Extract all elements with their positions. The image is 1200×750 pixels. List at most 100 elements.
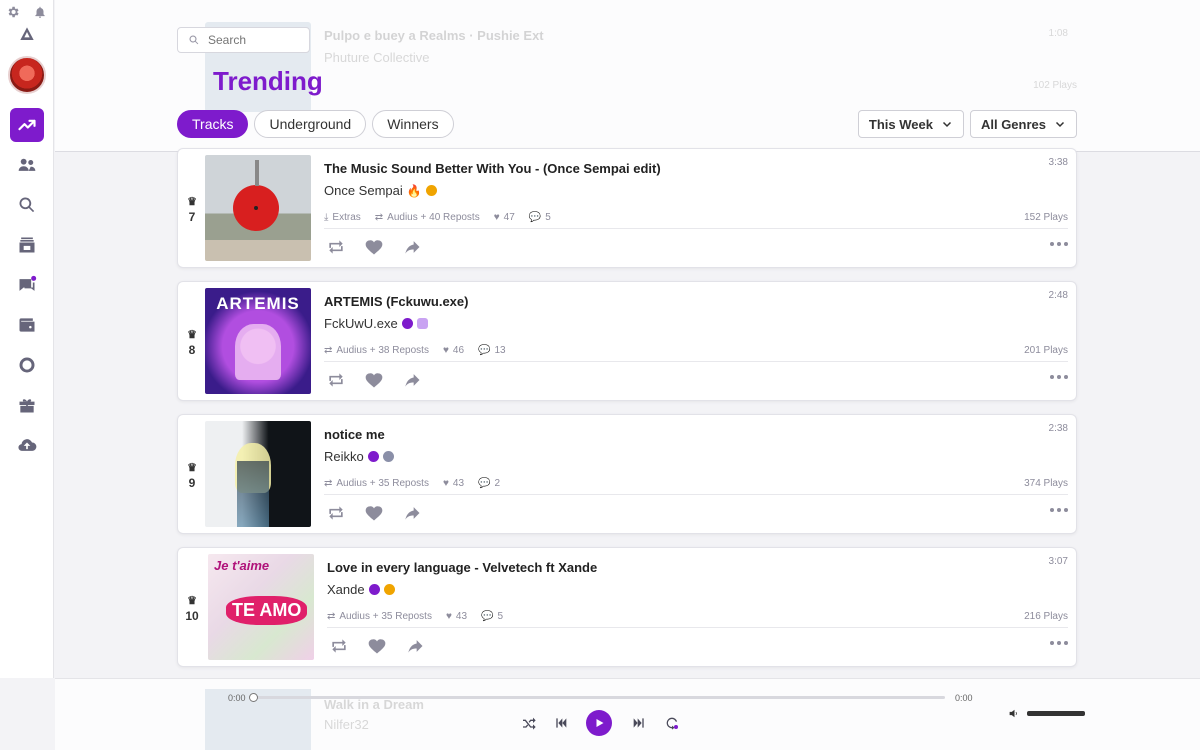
explore-users-icon[interactable] — [10, 148, 44, 182]
silver-tier-badge-icon — [382, 451, 394, 462]
track-artist[interactable]: FckUwU.exe — [324, 316, 428, 331]
repost-icon[interactable] — [326, 503, 346, 528]
more-options-icon[interactable] — [1050, 375, 1068, 379]
trending-icon[interactable] — [10, 108, 44, 142]
share-icon[interactable] — [402, 237, 422, 262]
search-nav-icon[interactable] — [10, 188, 44, 222]
track-card[interactable]: ♛ 7 The Music Sound Better With You - (On… — [177, 148, 1077, 268]
genre-dropdown[interactable]: All Genres — [969, 110, 1077, 138]
user-avatar[interactable] — [8, 56, 46, 94]
volume-slider[interactable] — [1027, 711, 1085, 716]
track-artwork[interactable] — [205, 421, 311, 527]
genre-value: All Genres — [980, 116, 1046, 132]
extras-stat[interactable]: ⤓ Extras — [324, 212, 361, 223]
wallet-icon[interactable] — [10, 308, 44, 342]
track-artwork[interactable] — [205, 155, 311, 261]
track-artwork[interactable]: Je t'aime TE AMO — [208, 554, 314, 660]
repost-icon[interactable] — [326, 237, 346, 262]
chevron-down-icon — [1055, 121, 1065, 128]
heart-small-icon: ♥ — [445, 611, 452, 622]
ghost-track-title: Walk in a Dream — [324, 697, 424, 712]
reposts-stat[interactable]: ⇄ Audius + 38 Reposts — [324, 345, 429, 356]
track-title[interactable]: notice me — [324, 427, 385, 442]
track-duration: 3:38 — [1048, 157, 1068, 168]
progress-bar[interactable] — [249, 693, 945, 702]
track-artist[interactable]: Once Sempai 🔥 — [324, 183, 437, 198]
settings-icon[interactable] — [6, 5, 20, 19]
repost-icon[interactable] — [329, 636, 349, 661]
reposts-stat[interactable]: ⇄ Audius + 40 Reposts — [375, 212, 480, 223]
upload-icon[interactable] — [10, 428, 44, 462]
tab-tracks[interactable]: Tracks — [177, 110, 249, 138]
more-options-icon[interactable] — [1050, 641, 1068, 645]
artwork-text: ARTEMIS — [216, 294, 300, 313]
share-icon[interactable] — [402, 503, 422, 528]
track-rank: ♛ 8 — [182, 328, 202, 357]
track-artwork[interactable]: ARTEMIS — [205, 288, 311, 394]
messages-icon[interactable] — [10, 268, 44, 302]
verified-badge-icon — [368, 584, 380, 595]
track-stats: ⇄ Audius + 35 Reposts ♥ 43 💬 5 — [327, 611, 503, 622]
track-card[interactable]: ♛ 10 Je t'aime TE AMO Love in every langu… — [177, 547, 1077, 667]
comments-stat[interactable]: 💬 5 — [481, 611, 503, 622]
period-dropdown[interactable]: This Week — [857, 110, 964, 138]
track-title[interactable]: Love in every language - Velvetech ft Xa… — [327, 560, 597, 575]
progress-handle[interactable] — [249, 693, 258, 702]
search-input[interactable] — [208, 33, 303, 47]
track-plays: 152 Plays — [1024, 212, 1068, 223]
share-icon[interactable] — [405, 636, 425, 661]
tab-underground[interactable]: Underground — [254, 110, 367, 138]
trending-tabs: Tracks Underground Winners — [177, 110, 454, 138]
gold-tier-badge-icon — [425, 185, 437, 196]
favorite-heart-icon[interactable] — [364, 370, 384, 395]
download-icon: ⤓ — [324, 212, 329, 223]
rewards-ring-icon[interactable] — [10, 348, 44, 382]
track-artist[interactable]: Xande — [327, 582, 395, 597]
audius-logo-icon[interactable] — [19, 26, 35, 42]
track-duration: 2:38 — [1048, 423, 1068, 434]
repost-icon[interactable] — [326, 370, 346, 395]
tab-winners[interactable]: Winners — [372, 110, 454, 138]
track-actions — [326, 237, 422, 262]
notification-bell-icon[interactable] — [33, 5, 47, 19]
ghost-duration: 1:08 — [1048, 28, 1068, 39]
next-track-icon[interactable] — [629, 714, 649, 732]
play-button[interactable] — [586, 710, 612, 736]
volume-icon[interactable] — [1008, 707, 1021, 725]
track-stats: ⇄ Audius + 38 Reposts ♥ 46 💬 13 — [324, 345, 506, 356]
track-card[interactable]: ♛ 8 ARTEMIS ARTEMIS (Fckuwu.exe) FckUwU.e… — [177, 281, 1077, 401]
shuffle-icon[interactable] — [520, 714, 538, 732]
reposts-stat[interactable]: ⇄ Audius + 35 Reposts — [324, 478, 429, 489]
reposts-stat[interactable]: ⇄ Audius + 35 Reposts — [327, 611, 432, 622]
likes-stat[interactable]: ♥ 43 — [443, 478, 464, 489]
comments-stat[interactable]: 💬 13 — [478, 345, 506, 356]
more-options-icon[interactable] — [1050, 508, 1068, 512]
track-actions — [326, 503, 422, 528]
heart-small-icon: ♥ — [442, 345, 449, 356]
comments-stat[interactable]: 💬 2 — [478, 478, 500, 489]
track-title[interactable]: ARTEMIS (Fckuwu.exe) — [324, 294, 468, 309]
more-options-icon[interactable] — [1050, 242, 1068, 246]
favorite-heart-icon[interactable] — [364, 503, 384, 528]
likes-stat[interactable]: ♥ 46 — [443, 345, 464, 356]
track-card[interactable]: ♛ 9 notice me Reikko ⇄ Audius + 35 Reposts… — [177, 414, 1077, 534]
favorite-heart-icon[interactable] — [364, 237, 384, 262]
likes-stat[interactable]: ♥ 47 — [494, 212, 515, 223]
track-duration: 2:48 — [1048, 290, 1068, 301]
gift-icon[interactable] — [10, 388, 44, 422]
track-title[interactable]: The Music Sound Better With You - (Once … — [324, 161, 661, 176]
previous-track-icon[interactable] — [551, 714, 571, 732]
crown-icon: ♛ — [187, 595, 197, 607]
track-actions — [329, 636, 425, 661]
repeat-icon[interactable] — [663, 714, 681, 732]
likes-stat[interactable]: ♥ 43 — [446, 611, 467, 622]
share-icon[interactable] — [402, 370, 422, 395]
track-artist[interactable]: Reikko — [324, 449, 394, 464]
favorite-heart-icon[interactable] — [367, 636, 387, 661]
crown-icon: ♛ — [187, 462, 197, 474]
total-time: 0:00 — [955, 693, 973, 703]
search-box[interactable] — [177, 27, 310, 53]
library-icon[interactable] — [10, 228, 44, 262]
comments-stat[interactable]: 💬 5 — [529, 212, 551, 223]
track-plays: 216 Plays — [1024, 611, 1068, 622]
